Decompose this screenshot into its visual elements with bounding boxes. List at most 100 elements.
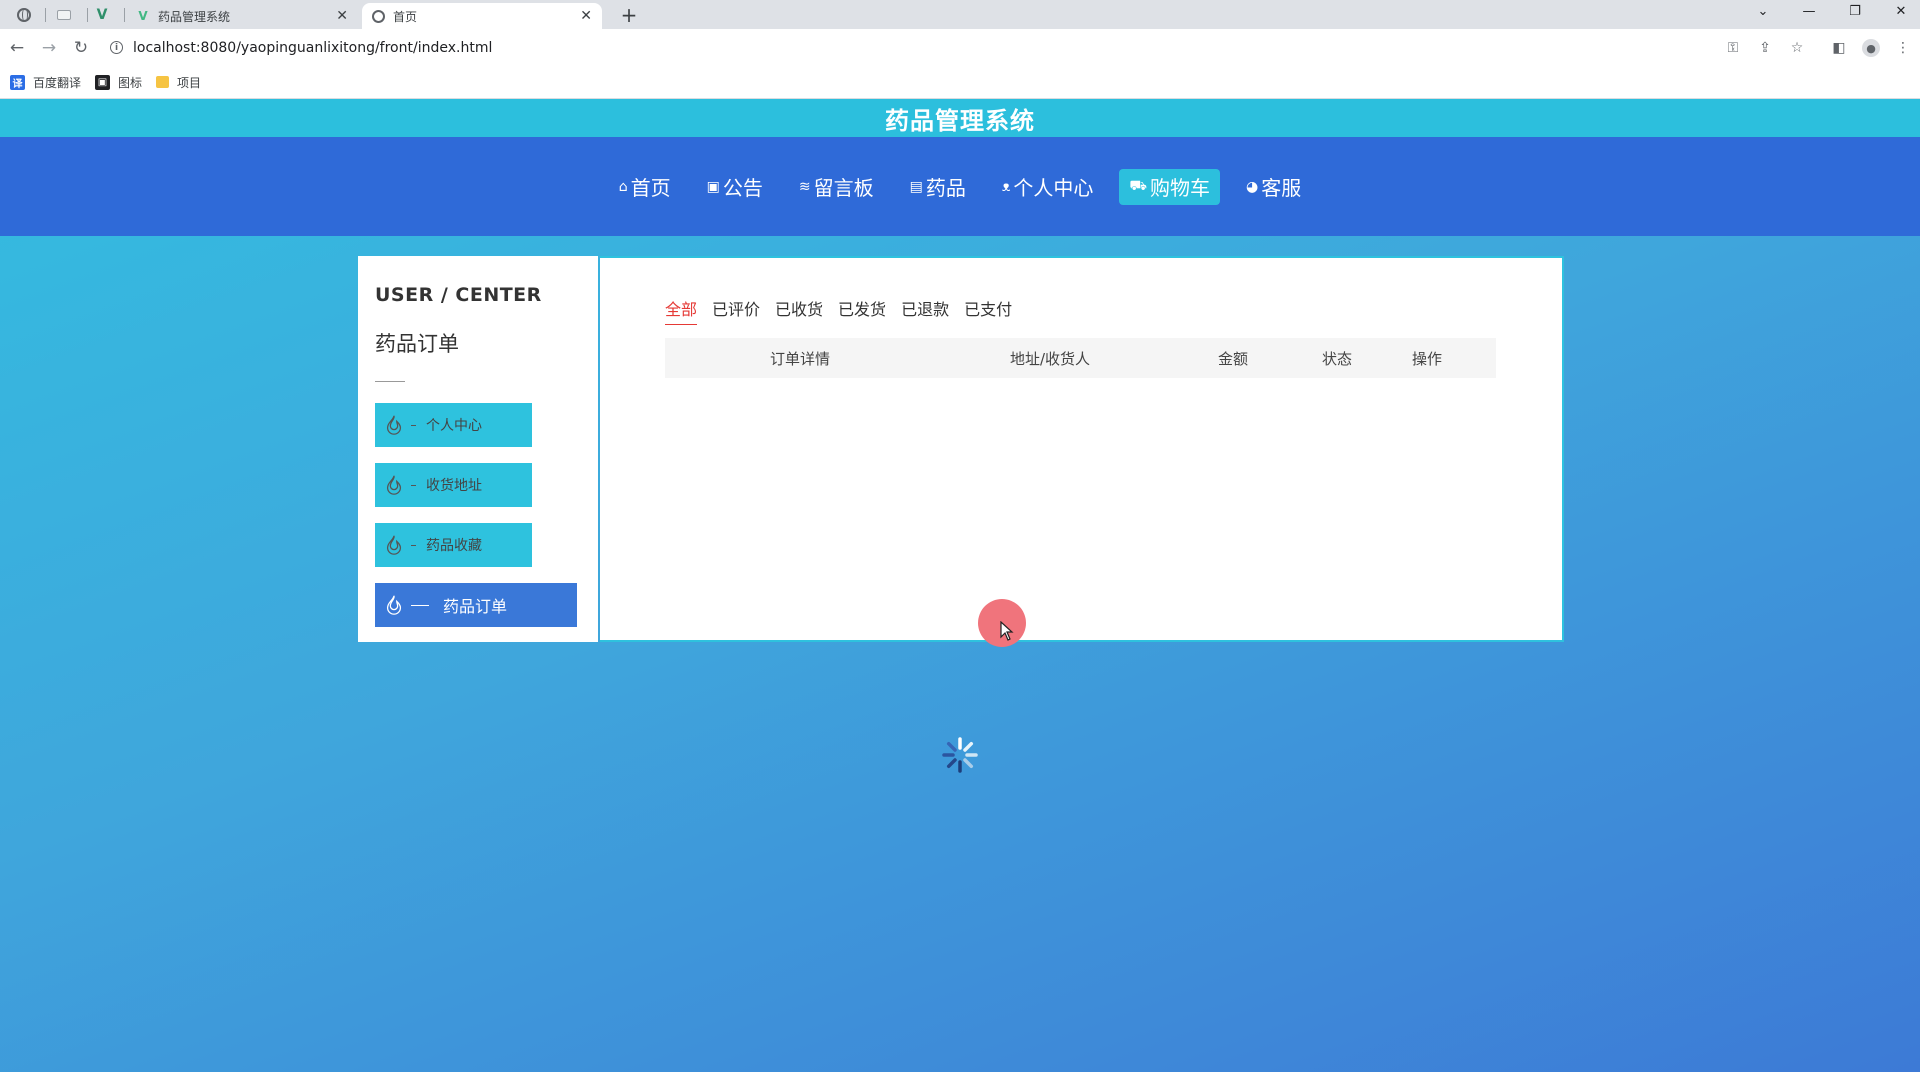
- sidebar-title-cn: 药品订单: [375, 332, 459, 356]
- nav-item-service[interactable]: ◕ 客服: [1236, 169, 1311, 205]
- close-icon[interactable]: ✕: [580, 9, 592, 23]
- tab-search-icon[interactable]: ⌄: [1740, 0, 1786, 22]
- bookmark-label: 百度翻译: [33, 75, 82, 90]
- column-header-status: 状态: [1321, 349, 1352, 368]
- folder-icon: [156, 76, 170, 88]
- back-icon[interactable]: ←: [6, 37, 28, 59]
- nav-label: 留言板: [813, 176, 874, 200]
- order-status-tabs: 全部 已评价 已收货 已发货 已退款 已支付: [665, 296, 1027, 325]
- bookmark-icons[interactable]: ▣ 图标: [95, 74, 142, 91]
- info-icon[interactable]: i: [110, 41, 123, 54]
- forward-icon[interactable]: →: [38, 37, 60, 59]
- orders-table-header: 订单详情 地址/收货人 金额 状态 操作: [665, 338, 1496, 378]
- nav-item-user-center[interactable]: ᴥ 个人中心: [992, 169, 1104, 205]
- reload-icon[interactable]: ↻: [70, 37, 92, 59]
- tab-reviewed[interactable]: 已评价: [712, 296, 760, 325]
- divider: [375, 381, 405, 382]
- bookmark-translate[interactable]: 译 百度翻译: [10, 74, 81, 91]
- sidebar-item-label: 药品收藏: [426, 538, 482, 554]
- sidebar-item-user-center[interactable]: 个人中心: [375, 403, 532, 447]
- user-center-sidebar: USER / CENTER 药品订单 个人中心 收货地址 药品收藏 药品订单: [358, 256, 598, 642]
- bookmark-label: 图标: [118, 75, 143, 90]
- restore-icon[interactable]: ❐: [1832, 0, 1878, 22]
- star-icon[interactable]: ☆: [1788, 39, 1806, 57]
- share-icon[interactable]: ⇪: [1756, 39, 1774, 57]
- browser-tab-bar: V V 药品管理系统 ✕ 首页 ✕ + ⌄ — ❐ ✕: [0, 0, 1920, 29]
- tab-title: 首页: [393, 9, 418, 24]
- flame-icon: [386, 535, 402, 555]
- nav-item-message-board[interactable]: ≋ 留言板: [789, 169, 884, 205]
- minimize-icon[interactable]: —: [1786, 0, 1832, 22]
- url-field[interactable]: i localhost:8080/yaopinguanlixitong/fron…: [110, 33, 1710, 62]
- system-title: 药品管理系统: [885, 106, 1035, 135]
- globe-icon: [372, 9, 385, 23]
- tab-paid[interactable]: 已支付: [964, 296, 1012, 325]
- nav-item-medicine[interactable]: ▤ 药品: [900, 169, 976, 205]
- blank-page-icon: [57, 9, 71, 20]
- key-icon[interactable]: ⚿: [1724, 39, 1742, 57]
- dash: [411, 484, 416, 486]
- nav-item-notice[interactable]: ▣ 公告: [697, 169, 773, 205]
- flame-icon: [386, 595, 402, 615]
- column-header-address: 地址/收货人: [1009, 349, 1091, 368]
- tab-shipped[interactable]: 已发货: [838, 296, 886, 325]
- menu-icon[interactable]: ⋮: [1894, 39, 1912, 57]
- main-nav: ⌂ 首页 ▣ 公告 ≋ 留言板 ▤ 药品 ᴥ 个人中心 ⛟ 购物车 ◕ 客服: [0, 137, 1920, 236]
- flame-icon: [386, 475, 402, 495]
- tab-refunded[interactable]: 已退款: [901, 296, 949, 325]
- sidebar-item-label: 个人中心: [426, 418, 482, 434]
- medicine-icon: ▤: [909, 178, 923, 195]
- side-panel-icon[interactable]: ◧: [1830, 39, 1848, 57]
- nav-label: 药品: [925, 176, 966, 200]
- image-icon: ▣: [95, 74, 111, 90]
- nav-label: 客服: [1261, 176, 1302, 200]
- column-header-action: 操作: [1411, 349, 1442, 368]
- bookmarks-bar: 译 百度翻译 ▣ 图标 项目: [0, 66, 1920, 99]
- tab-all[interactable]: 全部: [665, 296, 698, 325]
- dash: [411, 424, 416, 426]
- pinned-tab[interactable]: V: [82, 3, 122, 26]
- dash: [411, 604, 429, 606]
- page-body: 药品管理系统 ⌂ 首页 ▣ 公告 ≋ 留言板 ▤ 药品 ᴥ 个人中心 ⛟ 购物车…: [0, 99, 1920, 1072]
- sidebar-item-orders[interactable]: 药品订单: [375, 583, 577, 627]
- address-bar: ← → ↻ i localhost:8080/yaopinguanlixiton…: [0, 29, 1920, 66]
- sidebar-item-favorites[interactable]: 药品收藏: [375, 523, 532, 567]
- close-icon[interactable]: ✕: [336, 9, 348, 23]
- nav-label: 首页: [630, 176, 671, 200]
- nav-label: 个人中心: [1013, 176, 1094, 200]
- user-icon: ᴥ: [1001, 179, 1011, 195]
- message-icon: ≋: [798, 178, 811, 195]
- nav-item-home[interactable]: ⌂ 首页: [609, 169, 681, 205]
- tab-home[interactable]: 首页 ✕: [362, 3, 602, 29]
- nav-item-cart[interactable]: ⛟ 购物车: [1119, 168, 1220, 205]
- notice-icon: ▣: [706, 178, 720, 195]
- bookmark-label: 项目: [177, 75, 202, 90]
- pinned-tab[interactable]: [4, 3, 44, 26]
- bookmark-project[interactable]: 项目: [156, 74, 201, 91]
- new-tab-button[interactable]: +: [616, 3, 642, 27]
- loading-spinner-icon: [942, 737, 978, 773]
- tab-received[interactable]: 已收货: [775, 296, 823, 325]
- translate-icon: 译: [10, 74, 25, 90]
- cart-icon: ⛟: [1129, 177, 1147, 194]
- nav-label: 公告: [722, 176, 763, 200]
- service-icon: ◕: [1246, 178, 1259, 195]
- sidebar-item-address[interactable]: 收货地址: [375, 463, 532, 507]
- tab-system[interactable]: V 药品管理系统 ✕: [126, 3, 358, 29]
- sidebar-item-label: 药品订单: [443, 597, 508, 616]
- window-close-icon[interactable]: ✕: [1878, 0, 1920, 22]
- vue-icon: V: [96, 6, 108, 23]
- vue-icon: V: [138, 9, 148, 23]
- sidebar-item-label: 收货地址: [426, 478, 482, 494]
- tab-title: 药品管理系统: [158, 9, 231, 24]
- globe-icon: [17, 7, 31, 22]
- home-icon: ⌂: [618, 178, 628, 195]
- orders-panel: 全部 已评价 已收货 已发货 已退款 已支付 订单详情 地址/收货人 金额 状态…: [600, 256, 1564, 642]
- pinned-tab[interactable]: [44, 3, 84, 26]
- column-header-detail: 订单详情: [769, 349, 830, 368]
- column-header-amount: 金额: [1217, 349, 1248, 368]
- profile-icon[interactable]: ●: [1862, 39, 1880, 57]
- tab-separator: [124, 8, 125, 22]
- url-text: localhost:8080/yaopinguanlixitong/front/…: [133, 39, 493, 56]
- nav-label: 购物车: [1150, 176, 1210, 200]
